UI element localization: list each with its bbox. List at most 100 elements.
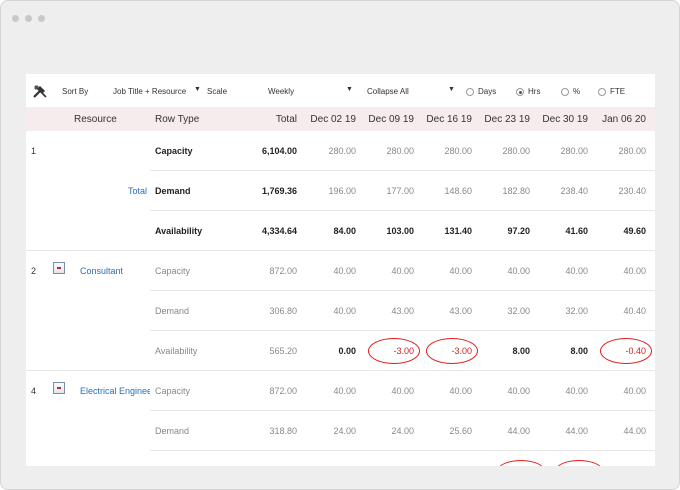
row-total: 872.00	[269, 386, 297, 396]
week-value: 230.40	[618, 186, 646, 196]
scale-label: Scale	[207, 87, 228, 96]
table-row: 4 Electrical Engineer Capacity 872.00 40.00 4…	[26, 371, 655, 411]
row-total: 1,769.36	[261, 186, 297, 196]
row-total: 306.80	[269, 306, 297, 316]
row-total: 318.80	[269, 426, 297, 436]
week-value: 280.00	[502, 146, 530, 156]
week-value: 40.00	[333, 266, 356, 276]
week-value: 280.00	[560, 146, 588, 156]
row-total: 6,104.00	[261, 146, 297, 156]
row-type-label: Capacity	[155, 146, 193, 156]
week-value: 238.40	[560, 186, 588, 196]
sort-by-chevron-down-icon[interactable]: ▼	[194, 86, 201, 93]
unit-label-hrs: Hrs	[528, 87, 541, 96]
window-dot-2[interactable]	[25, 15, 32, 22]
window-titlebar	[1, 1, 679, 39]
highlight-oval	[555, 460, 603, 466]
week-value: 196.00	[328, 186, 356, 196]
week-value: 97.20	[507, 226, 530, 236]
table-row: 2 Consultant Capacity 872.00 40.00 40.00 40.00…	[26, 251, 655, 291]
header-row-type[interactable]: Row Type	[155, 114, 199, 125]
collapse-select[interactable]: Collapse All	[367, 87, 409, 97]
table-header: Resource Row Type Total Dec 02 19 Dec 09…	[26, 107, 655, 131]
week-value: 8.00	[570, 346, 588, 356]
week-value: 40.00	[623, 386, 646, 396]
window-dot-3[interactable]	[38, 15, 45, 22]
header-week[interactable]: Jan 06 20	[596, 114, 646, 125]
highlight-oval	[426, 338, 478, 364]
header-week[interactable]: Dec 16 19	[422, 114, 472, 125]
header-week[interactable]: Dec 30 19	[538, 114, 588, 125]
expand-icon[interactable]	[53, 262, 65, 274]
highlight-oval	[497, 460, 545, 466]
week-value: 40.00	[565, 266, 588, 276]
toolbar: Sort By Job Title + Resource ▼ Scale Wee…	[26, 74, 655, 107]
row-type-label: Demand	[155, 426, 190, 436]
week-value: 43.00	[391, 306, 414, 316]
week-value: 103.00	[386, 226, 414, 236]
week-value: 40.00	[391, 386, 414, 396]
collapse-chevron-down-icon[interactable]: ▼	[448, 86, 455, 93]
unit-radio-days[interactable]	[466, 88, 474, 96]
header-week[interactable]: Dec 23 19	[480, 114, 530, 125]
highlight-oval	[600, 338, 652, 364]
week-value: 131.40	[444, 226, 472, 236]
week-value: 40.00	[507, 266, 530, 276]
row-total: 565.20	[269, 346, 297, 356]
week-value: 182.80	[502, 186, 530, 196]
row-divider	[150, 450, 655, 451]
window-dot-1[interactable]	[12, 15, 19, 22]
week-value: 40.00	[507, 386, 530, 396]
expand-icon[interactable]	[53, 382, 65, 394]
resource-name-link[interactable]: Electrical Engineer	[80, 386, 150, 396]
row-total: 872.00	[269, 266, 297, 276]
resource-grid-panel: Sort By Job Title + Resource ▼ Scale Wee…	[26, 74, 655, 466]
resource-total-link[interactable]: Total	[128, 186, 147, 196]
resource-name-link[interactable]: Consultant	[80, 266, 123, 276]
week-value: 32.00	[565, 306, 588, 316]
week-value: 43.00	[449, 306, 472, 316]
table-row: Total Demand 1,769.36 196.00 177.00 148.60 182…	[26, 171, 655, 211]
scale-chevron-down-icon[interactable]: ▼	[346, 86, 353, 93]
header-week[interactable]: Dec 09 19	[364, 114, 414, 125]
header-total[interactable]: Total	[247, 114, 297, 125]
week-value: 40.00	[333, 386, 356, 396]
week-value: 40.00	[449, 386, 472, 396]
row-index: 4	[31, 386, 37, 396]
unit-radio-hrs[interactable]	[516, 88, 524, 96]
week-value: 148.60	[444, 186, 472, 196]
scale-select[interactable]: Weekly	[268, 87, 294, 97]
table-row: Demand 318.80 24.00 24.00 25.60 44.00 44.00 44.…	[26, 411, 655, 451]
week-value: 32.00	[507, 306, 530, 316]
week-value: 44.00	[507, 426, 530, 436]
week-value: 40.00	[623, 266, 646, 276]
week-value: 280.00	[618, 146, 646, 156]
week-value: 40.00	[449, 266, 472, 276]
sort-by-select[interactable]: Job Title + Resource	[113, 87, 186, 97]
table-row: Demand 306.80 40.00 43.00 43.00 32.00 32.00 40.…	[26, 291, 655, 331]
unit-label-percent: %	[573, 87, 581, 96]
week-value: 8.00	[512, 346, 530, 356]
row-type-label: Demand	[155, 186, 191, 196]
week-value: 0.00	[338, 346, 356, 356]
table-row: 1 Capacity 6,104.00 280.00 280.00 280.00 280.0…	[26, 131, 655, 171]
row-type-label: Availability	[155, 346, 198, 356]
unit-label-fte: FTE	[610, 87, 626, 96]
week-value: 280.00	[444, 146, 472, 156]
table-row: Availability 4,334.64 84.00 103.00 131.40 97.…	[26, 211, 655, 251]
header-week[interactable]: Dec 02 19	[306, 114, 356, 125]
week-value: 25.60	[449, 426, 472, 436]
unit-radio-percent[interactable]	[561, 88, 569, 96]
app-window: Sort By Job Title + Resource ▼ Scale Wee…	[0, 0, 680, 490]
row-total: 4,334.64	[261, 226, 297, 236]
row-index: 2	[31, 266, 37, 276]
unit-label-days: Days	[478, 87, 497, 96]
header-resource[interactable]: Resource	[74, 114, 117, 125]
week-value: 24.00	[391, 426, 414, 436]
week-value: 40.00	[565, 386, 588, 396]
week-value: 280.00	[328, 146, 356, 156]
tools-icon[interactable]	[32, 83, 48, 99]
week-value: 44.00	[565, 426, 588, 436]
sort-by-label: Sort By	[62, 87, 89, 96]
unit-radio-fte[interactable]	[598, 88, 606, 96]
